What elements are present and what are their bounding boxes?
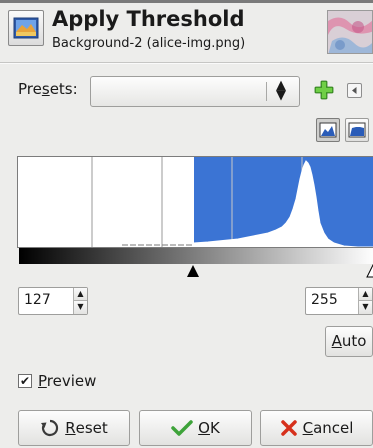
linear-histogram-icon[interactable]	[316, 118, 340, 142]
histogram-view[interactable]	[17, 156, 373, 248]
preview-label[interactable]: Preview	[38, 372, 96, 390]
dialog-subtitle: Background-2 (alice-img.png)	[52, 36, 246, 51]
low-threshold-value[interactable]: 127	[24, 292, 51, 308]
high-threshold-spinbutton[interactable]: 255 ▲ ▼	[305, 287, 373, 315]
low-threshold-marker[interactable]	[187, 265, 199, 277]
low-decrement-icon[interactable]: ▼	[74, 301, 87, 314]
combo-updown-icon: ▲ ▼	[276, 78, 286, 103]
cancel-x-icon	[280, 419, 298, 437]
range-markers[interactable]	[17, 263, 373, 278]
window-top-border	[0, 0, 373, 3]
dialog-title: Apply Threshold	[52, 7, 245, 31]
presets-combo[interactable]: ▲ ▼	[90, 76, 300, 107]
checkmark-icon	[171, 419, 193, 437]
threshold-tool-icon	[8, 10, 44, 46]
low-increment-icon[interactable]: ▲	[74, 288, 87, 301]
preset-menu-icon[interactable]	[347, 83, 362, 98]
reset-icon	[40, 419, 60, 437]
range-gradient-bar	[19, 248, 373, 264]
combo-divider	[266, 82, 267, 101]
header-separator-highlight	[0, 63, 373, 64]
image-thumbnail	[327, 10, 373, 54]
high-threshold-value[interactable]: 255	[311, 292, 338, 308]
add-preset-icon[interactable]	[313, 79, 335, 101]
low-threshold-spinbutton[interactable]: 127 ▲ ▼	[18, 287, 88, 315]
auto-button[interactable]: Auto	[325, 326, 373, 357]
reset-button[interactable]: Reset	[18, 410, 130, 446]
ok-button[interactable]: OK	[139, 410, 252, 446]
high-spin-arrows[interactable]: ▲ ▼	[358, 288, 372, 314]
high-decrement-icon[interactable]: ▼	[359, 301, 372, 314]
high-increment-icon[interactable]: ▲	[359, 288, 372, 301]
presets-label: Presets:	[18, 80, 78, 98]
cancel-button[interactable]: Cancel	[260, 410, 373, 446]
preview-checkbox[interactable]: ✔	[18, 374, 32, 388]
logarithmic-histogram-icon[interactable]	[345, 118, 369, 142]
histogram-graph[interactable]	[18, 157, 373, 248]
low-spin-arrows[interactable]: ▲ ▼	[73, 288, 87, 314]
high-threshold-marker[interactable]	[366, 263, 373, 278]
